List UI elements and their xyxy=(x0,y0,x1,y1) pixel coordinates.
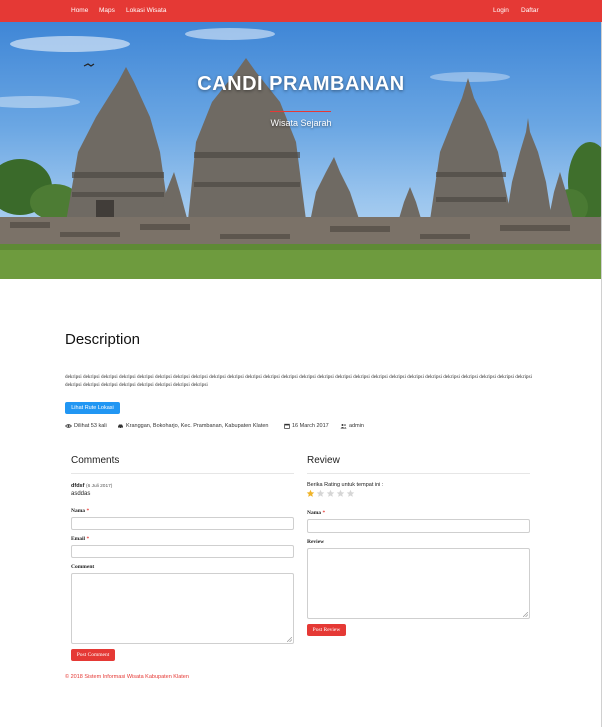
post-comment-button[interactable]: Post Comment xyxy=(71,649,115,661)
review-name-input[interactable] xyxy=(307,519,530,533)
review-name-label: Nama * xyxy=(307,510,326,516)
star-icon[interactable] xyxy=(336,489,345,498)
star-icon[interactable] xyxy=(346,489,355,498)
meta-address-text: Kranggan, Bokoharjo, Kec. Prambanan, Kab… xyxy=(126,423,269,429)
hero-divider xyxy=(270,111,331,112)
navbar: Home Maps Lokasi Wisata Login Daftar xyxy=(0,0,602,22)
star-icon[interactable] xyxy=(316,489,325,498)
nav-login-link[interactable]: Login xyxy=(493,0,509,22)
hero-subtitle: Wisata Sejarah xyxy=(270,118,332,128)
meta-date-text: 16 March 2017 xyxy=(292,423,329,429)
comment-textarea[interactable] xyxy=(71,573,294,644)
meta-author: admin xyxy=(340,422,364,430)
footer-copyright: © 2018 Sistem Informasi Wisata Kabupaten… xyxy=(65,674,189,680)
comment-name-label: Nama * xyxy=(71,508,90,514)
review-textarea[interactable] xyxy=(307,548,530,619)
comment-date: (6 Juli 2017) xyxy=(85,484,113,489)
resize-grip-icon[interactable] xyxy=(523,612,528,617)
comment-author: dfdsf (6 Juli 2017) xyxy=(71,483,112,489)
view-route-button[interactable]: Lihat Rute Lokasi xyxy=(65,402,120,414)
review-text-label: Review xyxy=(307,539,325,545)
hero-banner: CANDI PRAMBANAN Wisata Sejarah xyxy=(0,22,602,279)
comments-divider xyxy=(71,473,294,474)
comment-author-name: dfdsf xyxy=(71,483,85,489)
users-icon xyxy=(340,424,347,429)
description-heading: Description xyxy=(65,331,141,348)
nav-home-link[interactable]: Home xyxy=(71,0,88,22)
meta-author-text: admin xyxy=(349,423,364,429)
car-icon xyxy=(118,424,123,429)
comment-body: asddas xyxy=(71,491,91,497)
nav-maps-link[interactable]: Maps xyxy=(99,0,115,22)
meta-address: Kranggan, Bokoharjo, Kec. Prambanan, Kab… xyxy=(117,422,269,430)
calendar-icon xyxy=(284,423,290,429)
resize-grip-icon[interactable] xyxy=(287,637,292,642)
star-rating[interactable] xyxy=(306,489,355,498)
rating-label: Berika Rating untuk tempat ini : xyxy=(307,482,384,488)
comments-heading: Comments xyxy=(71,455,120,466)
post-review-button[interactable]: Post Review xyxy=(307,624,346,636)
meta-date: 16 March 2017 xyxy=(284,422,329,430)
meta-views-text: Dilihat 53 kali xyxy=(74,423,107,429)
nav-register-link[interactable]: Daftar xyxy=(521,0,539,22)
review-heading: Review xyxy=(307,455,340,466)
meta-views: Dilihat 53 kali xyxy=(65,422,107,430)
star-icon[interactable] xyxy=(306,489,315,498)
eye-icon xyxy=(65,424,72,428)
temple-photo xyxy=(0,28,602,279)
description-text: dekripsi dekripsi dekripsi dekripsi dekr… xyxy=(65,374,532,388)
star-icon[interactable] xyxy=(326,489,335,498)
comment-text-label: Comment xyxy=(71,564,95,570)
nav-lokasi-wisata-link[interactable]: Lokasi Wisata xyxy=(126,0,166,22)
comment-email-input[interactable] xyxy=(71,545,294,558)
comment-email-label: Email * xyxy=(71,536,90,542)
review-divider xyxy=(307,473,530,474)
comment-name-input[interactable] xyxy=(71,517,294,530)
hero-title: CANDI PRAMBANAN xyxy=(197,73,405,95)
